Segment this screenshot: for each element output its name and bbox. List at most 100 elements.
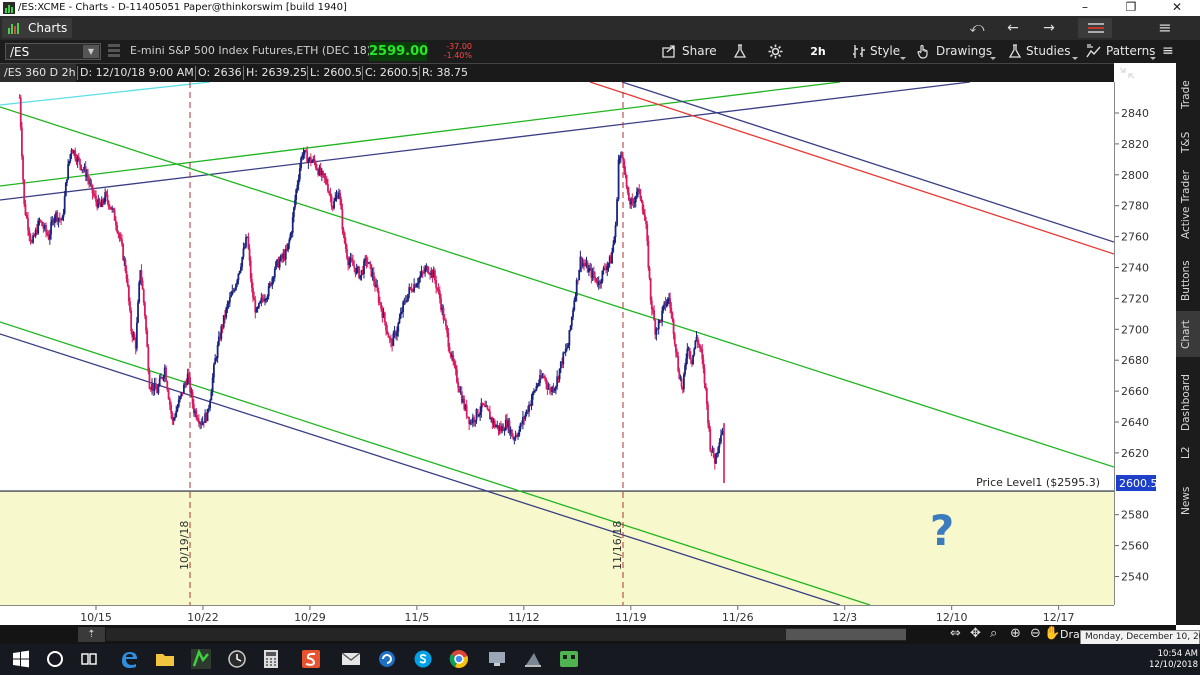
candle-body bbox=[665, 303, 668, 307]
candle-body bbox=[265, 299, 268, 301]
file-explorer-icon[interactable] bbox=[154, 648, 176, 670]
expand-horizontal-icon[interactable]: ⇔ bbox=[950, 626, 961, 641]
undo-icon[interactable]: ⤺ bbox=[960, 18, 994, 38]
candle-body bbox=[29, 235, 32, 242]
candle-body bbox=[323, 173, 326, 178]
candle-body bbox=[275, 261, 277, 270]
side-tab-active-trader[interactable]: Active Trader bbox=[1176, 163, 1200, 245]
candle-body bbox=[359, 275, 362, 279]
price-chart[interactable]: 10/19/18 11/16/18 Price Level1 ($2595.3)? bbox=[0, 82, 1114, 605]
candle-body bbox=[32, 235, 34, 243]
price-tick-label: 2840 bbox=[1121, 107, 1149, 120]
side-tab-chart[interactable]: Chart bbox=[1176, 311, 1200, 357]
edge-browser-icon[interactable] bbox=[118, 648, 140, 670]
candle-body bbox=[61, 216, 64, 221]
candle-body bbox=[41, 221, 43, 227]
chevron-down-icon[interactable]: ▼ bbox=[83, 45, 99, 58]
scroll-to-start-icon[interactable]: ⇡ bbox=[78, 627, 105, 642]
zoom-box-icon[interactable]: ⌕ bbox=[990, 626, 997, 641]
candle-body bbox=[673, 334, 676, 344]
mail-icon[interactable] bbox=[340, 648, 362, 670]
toolbar-menu-icon[interactable]: ≡ bbox=[1162, 40, 1174, 63]
candle-body bbox=[216, 345, 219, 359]
candle-body bbox=[340, 199, 343, 210]
game-app-icon[interactable] bbox=[558, 648, 580, 670]
price-tick-label: 2800 bbox=[1121, 169, 1149, 182]
zoom-out-icon[interactable]: ⊖ bbox=[1030, 626, 1041, 641]
style-button[interactable]: Style bbox=[850, 40, 906, 63]
candle-body bbox=[446, 326, 449, 333]
window-menu-icon[interactable]: ≡ bbox=[1148, 18, 1182, 38]
thinkorswim-taskbar-icon[interactable] bbox=[190, 648, 212, 670]
candle-body bbox=[544, 376, 546, 379]
candle-body bbox=[633, 202, 636, 204]
side-tab-news[interactable]: News bbox=[1176, 481, 1200, 521]
candle-body bbox=[228, 297, 231, 303]
candle-body bbox=[671, 312, 674, 320]
side-tab-level2[interactable]: L2 bbox=[1176, 441, 1200, 463]
candle-body bbox=[640, 198, 643, 202]
flask-icon[interactable] bbox=[730, 40, 752, 63]
side-tab-buttons[interactable]: Buttons bbox=[1176, 251, 1200, 305]
chrome-icon[interactable] bbox=[448, 648, 470, 670]
candle-body bbox=[583, 263, 585, 265]
side-tab-trade[interactable]: Trade bbox=[1176, 63, 1200, 115]
candle-body bbox=[694, 340, 697, 349]
mid-green-channel-line bbox=[0, 106, 1114, 468]
studies-button[interactable]: Studies bbox=[1006, 40, 1078, 63]
tab-charts[interactable]: Charts bbox=[2, 18, 72, 38]
linked-windows-icon[interactable] bbox=[1078, 18, 1112, 38]
scrollbar-thumb[interactable] bbox=[786, 629, 906, 640]
candle-body bbox=[247, 236, 250, 249]
snagit-icon[interactable] bbox=[300, 648, 322, 670]
link-grip-icon[interactable] bbox=[108, 44, 122, 59]
candle-body bbox=[677, 356, 680, 372]
red-resistance-line bbox=[589, 82, 1114, 255]
share-button[interactable]: Share bbox=[658, 40, 718, 63]
candle-body bbox=[113, 210, 116, 221]
crosshair-icon[interactable]: ✥ bbox=[970, 626, 981, 641]
candle-body bbox=[176, 406, 179, 411]
calculator-icon[interactable] bbox=[260, 648, 282, 670]
timeframe-button[interactable]: 2h bbox=[804, 43, 832, 60]
skype-icon[interactable] bbox=[412, 648, 434, 670]
candle-body bbox=[292, 207, 295, 217]
price-axis[interactable]: 2840 2820 2800 2780 2760 2740 2720 2700 2680 2660… bbox=[1114, 82, 1176, 605]
windows-start-icon[interactable] bbox=[10, 648, 32, 670]
system-clock[interactable]: 10:54 AM 12/10/2018 bbox=[1148, 649, 1198, 671]
symbol-selector[interactable]: /ES ▼ bbox=[5, 43, 101, 60]
candle-body bbox=[355, 267, 358, 274]
candle-body bbox=[626, 186, 629, 193]
back-arrow-icon[interactable]: ← bbox=[996, 18, 1030, 38]
candle-body bbox=[447, 332, 450, 347]
zoom-in-icon[interactable]: ⊕ bbox=[1010, 626, 1021, 641]
forward-arrow-icon[interactable]: → bbox=[1032, 18, 1066, 38]
date-axis[interactable]: 10/15 10/22 10/29 11/5 11/12 11/19 11/26 12/3 12… bbox=[0, 605, 1114, 625]
candle-body bbox=[570, 317, 573, 326]
task-view-icon[interactable] bbox=[78, 648, 100, 670]
side-tab-time-and-sales[interactable]: T&S bbox=[1176, 119, 1200, 159]
cortana-icon[interactable] bbox=[44, 648, 66, 670]
sync-icon[interactable] bbox=[376, 648, 398, 670]
close-button[interactable]: ✕ bbox=[1154, 0, 1200, 16]
price-tick-label: 2820 bbox=[1121, 138, 1149, 151]
candle-body bbox=[236, 280, 239, 285]
gear-icon[interactable] bbox=[766, 40, 786, 63]
remote-desktop-icon[interactable] bbox=[486, 648, 508, 670]
collapse-panel-icon[interactable] bbox=[1118, 66, 1136, 80]
price-tick-label: 2540 bbox=[1121, 571, 1149, 584]
candle-body bbox=[195, 410, 198, 419]
minimize-button[interactable]: – bbox=[1062, 0, 1108, 16]
pen-app-icon[interactable] bbox=[522, 648, 544, 670]
pan-hand-icon[interactable]: ✋ bbox=[1044, 626, 1060, 641]
patterns-button[interactable]: Patterns bbox=[1086, 40, 1156, 63]
side-tab-dashboard[interactable]: Dashboard bbox=[1176, 363, 1200, 435]
chart-canvas[interactable]: 10/19/18 11/16/18 Price Level1 ($2595.3)? bbox=[0, 82, 1114, 605]
candle-body bbox=[424, 268, 427, 273]
candle-body bbox=[147, 346, 150, 372]
maximize-button[interactable]: ❐ bbox=[1108, 0, 1154, 16]
drawings-button[interactable]: Drawings bbox=[914, 40, 996, 63]
candle-body bbox=[644, 214, 646, 221]
clock-app-icon[interactable] bbox=[226, 648, 248, 670]
time-scrollbar[interactable] bbox=[106, 628, 906, 641]
